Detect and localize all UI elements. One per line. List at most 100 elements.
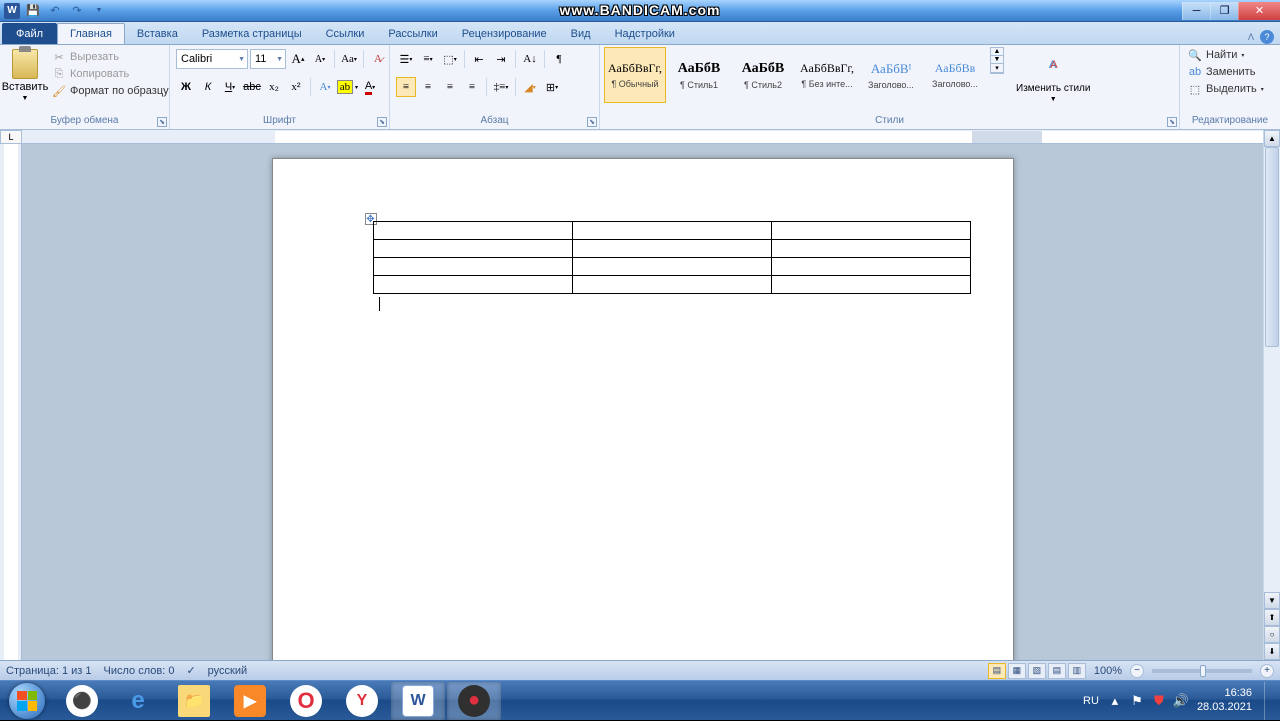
task-ie[interactable]: e — [111, 682, 165, 720]
underline-button[interactable]: Ч▾ — [220, 77, 240, 97]
tray-clock[interactable]: 16:36 28.03.2021 — [1197, 687, 1252, 713]
find-button[interactable]: 🔍Найти▾ — [1184, 47, 1268, 63]
tray-flag-icon[interactable]: ⚑ — [1129, 693, 1145, 709]
justify-button[interactable]: ≡ — [462, 77, 482, 97]
clipboard-launcher[interactable]: ⬊ — [157, 117, 167, 127]
view-print-layout-button[interactable]: ▤ — [988, 663, 1006, 679]
styles-launcher[interactable]: ⬊ — [1167, 117, 1177, 127]
bold-button[interactable]: Ж — [176, 77, 196, 97]
font-size-combo[interactable]: 11▼ — [250, 49, 286, 69]
change-case-button[interactable]: Aa▾ — [339, 49, 359, 69]
tab-layout[interactable]: Разметка страницы — [190, 23, 314, 44]
tab-view[interactable]: Вид — [559, 23, 603, 44]
window-minimize-button[interactable]: ─ — [1182, 2, 1210, 20]
task-yandex[interactable]: ⚫ — [55, 682, 109, 720]
task-bandicam[interactable]: ● — [447, 682, 501, 720]
text-effects-button[interactable]: A▾ — [315, 77, 335, 97]
subscript-button[interactable]: x₂ — [264, 77, 284, 97]
style-normal[interactable]: АаБбВвГг,¶ Обычный — [604, 47, 666, 103]
paste-button[interactable]: Вставить ▼ — [4, 47, 46, 104]
status-proofing[interactable]: ✓ — [186, 664, 195, 677]
task-yandex-browser[interactable]: Y — [335, 682, 389, 720]
borders-button[interactable]: ⊞▾ — [542, 77, 562, 97]
align-right-button[interactable]: ≡ — [440, 77, 460, 97]
window-maximize-button[interactable]: ❐ — [1210, 2, 1238, 20]
status-language[interactable]: русский — [208, 665, 247, 677]
select-button[interactable]: ⬚Выделить▾ — [1184, 81, 1268, 97]
view-outline-button[interactable]: ▤ — [1048, 663, 1066, 679]
task-explorer[interactable]: 📁 — [167, 682, 221, 720]
multilevel-list-button[interactable]: ⬚▾ — [440, 49, 460, 69]
highlight-button[interactable]: ab — [337, 80, 353, 94]
horizontal-ruler[interactable] — [22, 130, 1263, 144]
cut-button[interactable]: ✂Вырезать — [48, 49, 173, 65]
zoom-slider-thumb[interactable] — [1200, 665, 1206, 677]
style-1[interactable]: АаБбВ¶ Стиль1 — [668, 47, 730, 103]
replace-button[interactable]: abЗаменить — [1184, 64, 1268, 80]
task-opera[interactable]: O — [279, 682, 333, 720]
tab-addins[interactable]: Надстройки — [603, 23, 687, 44]
document-table[interactable] — [373, 221, 971, 294]
shading-button[interactable]: ◢▾ — [520, 77, 540, 97]
change-styles-button[interactable]: AA Изменить стили ▼ — [1010, 47, 1096, 105]
tray-volume-icon[interactable]: 🔊 — [1173, 693, 1189, 709]
align-center-button[interactable]: ≡ — [418, 77, 438, 97]
increase-indent-button[interactable]: ⇥ — [491, 49, 511, 69]
style-heading1[interactable]: АаБбВᴵЗаголово... — [860, 47, 922, 103]
tab-review[interactable]: Рецензирование — [450, 23, 559, 44]
paragraph-launcher[interactable]: ⬊ — [587, 117, 597, 127]
font-color-button[interactable]: A▾ — [360, 77, 380, 97]
tray-language[interactable]: RU — [1083, 695, 1099, 707]
tab-file[interactable]: Файл — [2, 23, 57, 44]
zoom-out-button[interactable]: − — [1130, 664, 1144, 678]
view-web-button[interactable]: ▧ — [1028, 663, 1046, 679]
task-word[interactable]: W — [391, 682, 445, 720]
window-close-button[interactable]: ✕ — [1238, 2, 1280, 20]
browse-prev-button[interactable]: ⬆ — [1264, 609, 1280, 626]
tab-home[interactable]: Главная — [57, 23, 125, 44]
superscript-button[interactable]: x² — [286, 77, 306, 97]
document-page[interactable]: ✥ — [272, 158, 1014, 660]
font-name-combo[interactable]: Calibri▼ — [176, 49, 248, 69]
tray-security-icon[interactable]: ⛊ — [1151, 693, 1167, 709]
styles-scroll[interactable]: ▲▼▾ — [990, 47, 1004, 74]
zoom-slider[interactable] — [1152, 669, 1252, 673]
style-2[interactable]: АаБбВ¶ Стиль2 — [732, 47, 794, 103]
zoom-in-button[interactable]: + — [1260, 664, 1274, 678]
task-media-player[interactable]: ▶ — [223, 682, 277, 720]
grow-font-button[interactable]: A▴ — [288, 49, 308, 69]
start-button[interactable] — [0, 681, 54, 721]
tab-mailings[interactable]: Рассылки — [376, 23, 449, 44]
align-left-button[interactable]: ≡ — [396, 77, 416, 97]
sort-button[interactable]: A↓ — [520, 49, 540, 69]
qat-undo-button[interactable]: ↶ — [46, 2, 64, 20]
copy-button[interactable]: ⎘Копировать — [48, 66, 173, 82]
numbering-button[interactable]: ≡▾ — [418, 49, 438, 69]
scroll-up-button[interactable]: ▲ — [1264, 130, 1280, 147]
browse-object-button[interactable]: ○ — [1264, 626, 1280, 643]
strikethrough-button[interactable]: abc — [242, 77, 262, 97]
italic-button[interactable]: К — [198, 77, 218, 97]
vertical-ruler[interactable]: L — [0, 130, 22, 660]
style-heading2[interactable]: АаБбВвЗаголово... — [924, 47, 986, 103]
page-container[interactable]: ✥ — [22, 144, 1263, 660]
view-fullscreen-button[interactable]: ▦ — [1008, 663, 1026, 679]
browse-next-button[interactable]: ⬇ — [1264, 643, 1280, 660]
help-button[interactable]: ? — [1260, 30, 1274, 44]
decrease-indent-button[interactable]: ⇤ — [469, 49, 489, 69]
font-launcher[interactable]: ⬊ — [377, 117, 387, 127]
format-painter-button[interactable]: 🖌Формат по образцу — [48, 83, 173, 99]
scroll-down-button[interactable]: ▼ — [1264, 592, 1280, 609]
tray-show-hidden-icon[interactable]: ▴ — [1107, 693, 1123, 709]
show-marks-button[interactable]: ¶ — [549, 49, 569, 69]
style-no-spacing[interactable]: АаБбВвГг,¶ Без инте... — [796, 47, 858, 103]
view-draft-button[interactable]: ▥ — [1068, 663, 1086, 679]
qat-redo-button[interactable]: ↷ — [68, 2, 86, 20]
tab-references[interactable]: Ссылки — [314, 23, 377, 44]
bullets-button[interactable]: ☰▾ — [396, 49, 416, 69]
qat-save-button[interactable]: 💾 — [24, 2, 42, 20]
tab-insert[interactable]: Вставка — [125, 23, 190, 44]
ribbon-minimize-button[interactable]: ᐱ — [1248, 32, 1254, 43]
show-desktop-button[interactable] — [1264, 682, 1272, 720]
scroll-thumb[interactable] — [1265, 147, 1279, 347]
